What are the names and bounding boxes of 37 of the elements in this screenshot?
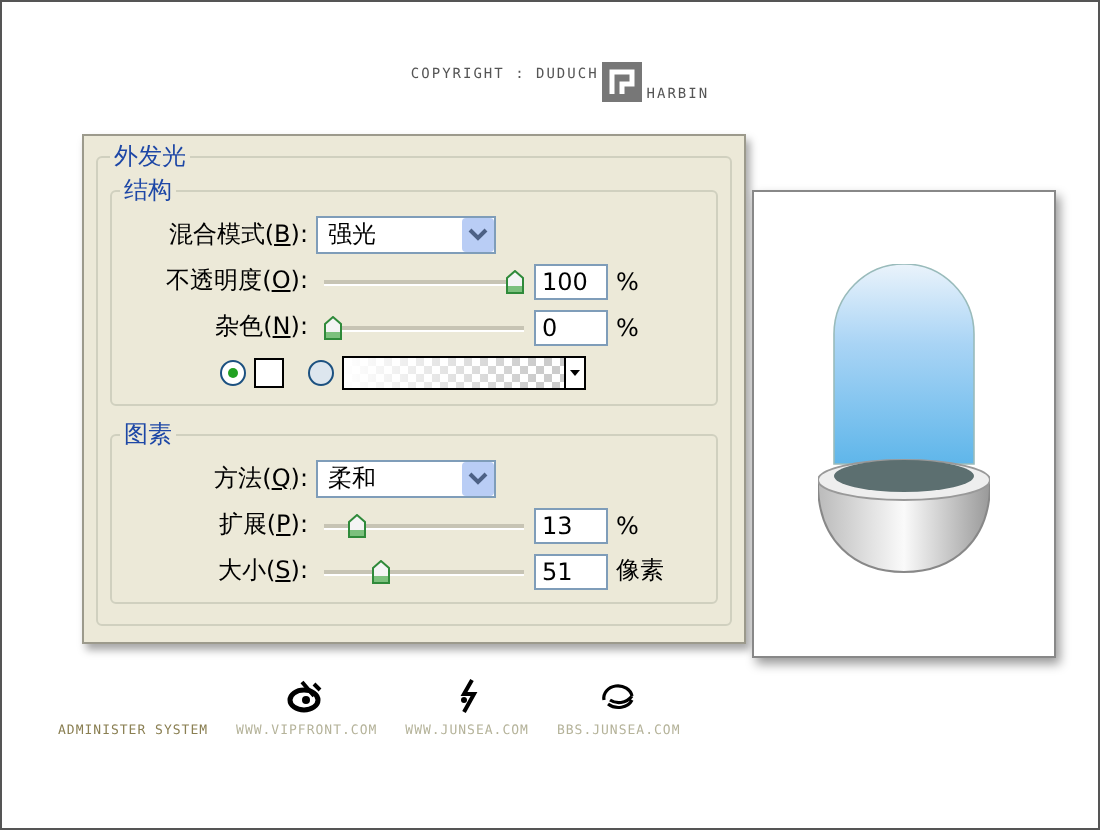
square-logo-icon bbox=[602, 62, 643, 102]
field-label: 方法(Q): bbox=[212, 462, 308, 496]
slider[interactable] bbox=[324, 557, 524, 585]
dropdown[interactable]: 强光 bbox=[316, 216, 496, 254]
group-title: 外发光 bbox=[112, 140, 188, 174]
slider-thumb[interactable] bbox=[371, 559, 390, 583]
field-label: 杂色(N): bbox=[213, 310, 308, 344]
section-title: 图素 bbox=[122, 418, 174, 452]
field-label: 扩展(P): bbox=[216, 508, 308, 542]
radio-button[interactable] bbox=[220, 360, 246, 386]
section-title: 结构 bbox=[122, 174, 174, 208]
eye-logo-icon bbox=[286, 678, 327, 714]
chevron-down-icon bbox=[462, 462, 494, 496]
slider[interactable] bbox=[324, 267, 524, 295]
slider[interactable] bbox=[324, 313, 524, 341]
chevron-down-icon bbox=[462, 218, 494, 252]
unit-label: % bbox=[616, 511, 639, 539]
slider-thumb[interactable] bbox=[347, 513, 366, 537]
dropdown[interactable]: 柔和 bbox=[316, 460, 496, 498]
color-swatch[interactable] bbox=[254, 358, 284, 388]
field-label: 混合模式(B): bbox=[166, 218, 308, 252]
unit-label: 像素 bbox=[616, 554, 664, 588]
number-input[interactable]: 51 bbox=[534, 553, 608, 589]
number-input[interactable]: 13 bbox=[534, 507, 608, 543]
field-label: 不透明度(O): bbox=[164, 264, 308, 298]
slider-thumb[interactable] bbox=[324, 315, 342, 339]
radio-button[interactable] bbox=[308, 360, 334, 386]
unit-label: % bbox=[616, 267, 639, 295]
number-input[interactable]: 100 bbox=[534, 263, 608, 299]
swirl-logo-icon bbox=[598, 678, 639, 714]
dropdown-arrow-icon bbox=[570, 370, 580, 376]
field-label: 大小(S): bbox=[215, 554, 308, 588]
number-input[interactable]: 0 bbox=[534, 309, 608, 345]
gradient-picker[interactable] bbox=[342, 356, 586, 390]
slider-thumb[interactable] bbox=[506, 269, 524, 293]
unit-label: % bbox=[616, 313, 639, 341]
slider[interactable] bbox=[324, 511, 524, 539]
